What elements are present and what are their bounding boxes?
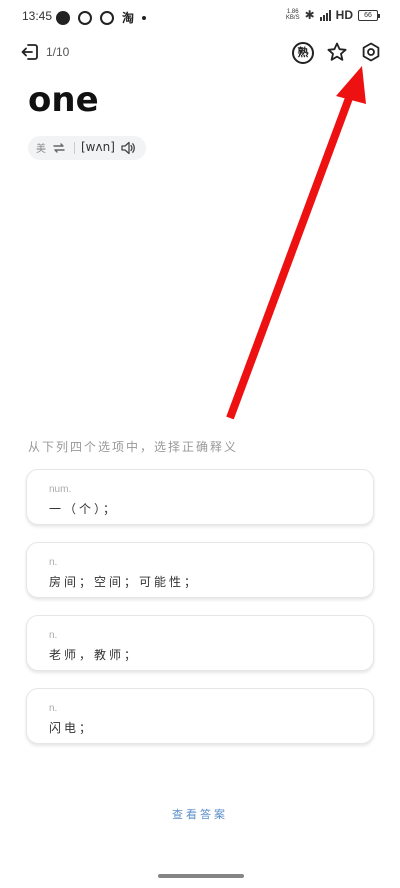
notification-icons: 淘 <box>56 9 147 26</box>
chat-icon <box>56 10 70 25</box>
pronunciation-pill: 美 [wʌn] <box>28 136 146 160</box>
part-of-speech: n. <box>49 630 58 641</box>
exit-icon[interactable] <box>20 42 40 62</box>
net-speed-unit: KB/S <box>285 15 300 21</box>
switch-accent-icon[interactable] <box>52 140 66 154</box>
star-icon[interactable] <box>326 41 348 63</box>
status-time: 13:45 <box>22 9 53 23</box>
definition-text: 一（个）； <box>49 502 119 516</box>
more-notifications-icon <box>142 15 147 20</box>
battery-icon: 66 <box>358 9 380 21</box>
part-of-speech: num. <box>49 484 72 495</box>
signal-icon <box>319 9 331 21</box>
divider <box>74 142 75 154</box>
option-card-2[interactable]: n. 房间；空间；可能性； <box>26 542 374 598</box>
system-icons: 1.86 KB/S ✱ HD 66 <box>286 8 380 22</box>
reveal-answer-link[interactable]: 查看答案 <box>0 806 400 822</box>
taobao-icon: 淘 <box>122 11 135 25</box>
option-card-1[interactable]: num. 一（个）； <box>26 469 374 525</box>
progress-counter: 1/10 <box>46 45 70 59</box>
question-prompt: 从下列四个选项中，选择正确释义 <box>28 440 239 454</box>
status-bar: 13:45 淘 1.86 KB/S ✱ HD 66 <box>0 0 400 34</box>
app-notification-icon <box>78 10 92 25</box>
home-indicator[interactable] <box>158 874 244 878</box>
speaker-icon[interactable] <box>120 140 136 156</box>
mastered-button[interactable]: 熟 <box>292 42 314 64</box>
accent-region-label: 美 <box>36 144 46 155</box>
net-speed: 1.86 KB/S <box>286 9 300 21</box>
check-circle-icon <box>100 10 114 25</box>
definition-text: 房间；空间；可能性； <box>49 575 200 589</box>
option-card-4[interactable]: n. 闪电； <box>26 688 374 744</box>
definition-text: 闪电； <box>49 721 95 735</box>
definition-text: 老师，教师； <box>49 648 140 662</box>
part-of-speech: n. <box>49 557 58 568</box>
settings-icon[interactable] <box>360 41 382 63</box>
phonetic-text: [wʌn] <box>81 140 115 154</box>
network-type: HD <box>335 8 353 22</box>
bluetooth-icon: ✱ <box>304 8 315 22</box>
word-title: one <box>28 80 99 120</box>
option-card-3[interactable]: n. 老师，教师； <box>26 615 374 671</box>
part-of-speech: n. <box>49 703 58 714</box>
